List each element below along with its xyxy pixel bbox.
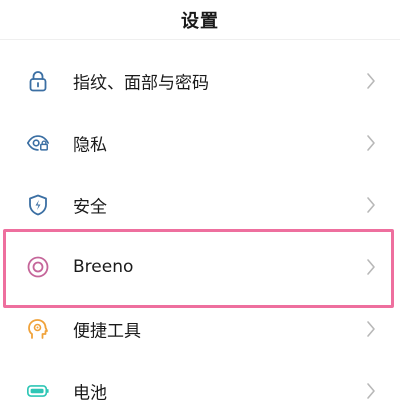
chevron-right-icon	[367, 383, 375, 399]
settings-item-label: 便捷工具	[73, 321, 141, 342]
title-bar: 设置	[0, 0, 400, 40]
settings-list: 指纹、面部与密码 隐私 安全 Breeno 便捷工具 电池	[0, 50, 400, 410]
settings-item-breeno[interactable]: Breeno	[0, 236, 400, 298]
settings-item-battery[interactable]: 电池	[0, 360, 400, 410]
page-title: 设置	[181, 10, 219, 32]
settings-item-fingerprint-face-password[interactable]: 指纹、面部与密码	[0, 50, 400, 112]
lock-icon	[26, 69, 50, 93]
settings-item-label: 隐私	[73, 135, 107, 156]
chevron-right-icon	[367, 135, 375, 151]
settings-item-label: Breeno	[73, 257, 134, 277]
chevron-right-icon	[367, 73, 375, 89]
battery-icon	[26, 379, 50, 403]
settings-item-label: 安全	[73, 197, 107, 218]
chevron-right-icon	[367, 197, 375, 213]
settings-item-convenience-tools[interactable]: 便捷工具	[0, 298, 400, 360]
settings-item-label: 指纹、面部与密码	[73, 73, 209, 94]
breeno-circle-icon	[26, 255, 50, 279]
shield-bolt-icon	[26, 193, 50, 217]
head-gear-icon	[26, 317, 50, 341]
settings-item-privacy[interactable]: 隐私	[0, 112, 400, 174]
settings-item-label: 电池	[73, 383, 107, 404]
chevron-right-icon	[367, 259, 375, 275]
chevron-right-icon	[367, 321, 375, 337]
settings-item-security[interactable]: 安全	[0, 174, 400, 236]
privacy-eye-icon	[26, 131, 50, 155]
settings-screen: 设置 指纹、面部与密码 隐私 安全 Breeno 便捷工具 电池	[0, 0, 400, 410]
